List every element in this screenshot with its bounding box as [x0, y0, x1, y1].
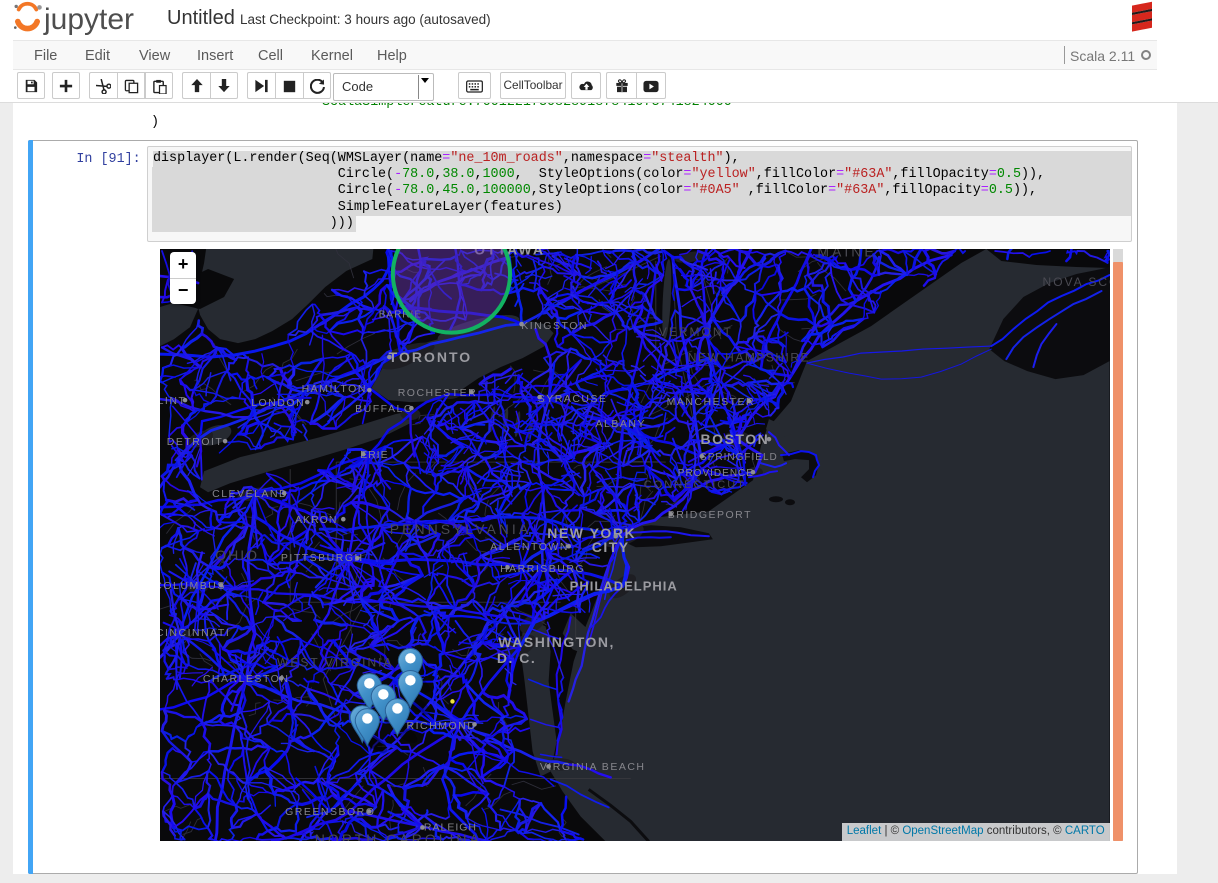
svg-text:OHIO: OHIO: [215, 546, 259, 562]
svg-text:FLINT: FLINT: [160, 394, 186, 406]
svg-text:AKRON: AKRON: [295, 514, 337, 526]
svg-text:HARRISBURG: HARRISBURG: [500, 563, 585, 575]
svg-text:ALLENTOWN: ALLENTOWN: [490, 541, 569, 553]
svg-text:CHARLESTON: CHARLESTON: [203, 673, 290, 685]
svg-text:VIRGINIA BEACH: VIRGINIA BEACH: [540, 761, 646, 773]
svg-text:MAINE: MAINE: [818, 249, 877, 260]
svg-text:NEW HAMPSHIRE: NEW HAMPSHIRE: [688, 350, 810, 364]
svg-text:MANCHESTER: MANCHESTER: [667, 395, 756, 407]
svg-text:DETROIT: DETROIT: [167, 435, 224, 447]
svg-text:COLUMBUS: COLUMBUS: [160, 580, 226, 592]
svg-text:HAMILTON: HAMILTON: [302, 382, 367, 394]
svg-text:CITY: CITY: [592, 538, 630, 554]
svg-text:NORTH CAROLINA: NORTH CAROLINA: [315, 831, 482, 841]
svg-text:BOSTON: BOSTON: [701, 430, 770, 446]
svg-text:PHILADELPHIA: PHILADELPHIA: [570, 578, 678, 593]
svg-text:ALBANY: ALBANY: [596, 417, 646, 429]
svg-text:SPRINGFIELD: SPRINGFIELD: [700, 451, 778, 462]
svg-text:NOVA SCO: NOVA SCO: [1043, 275, 1110, 289]
svg-text:TORONTO: TORONTO: [389, 348, 473, 364]
svg-text:BUFFALO: BUFFALO: [355, 402, 413, 414]
svg-text:CONNECTICUT: CONNECTICUT: [644, 479, 746, 491]
svg-text:RICHMOND: RICHMOND: [407, 720, 477, 732]
svg-text:SYRACUSE: SYRACUSE: [538, 392, 608, 404]
svg-text:WEST VIRGINIA: WEST VIRGINIA: [277, 655, 394, 669]
svg-text:BRIDGEPORT: BRIDGEPORT: [668, 509, 752, 521]
svg-text:PENNSYLVANIA: PENNSYLVANIA: [390, 520, 531, 536]
svg-text:CLEVELAND: CLEVELAND: [212, 487, 288, 499]
svg-text:GREENSBORO: GREENSBORO: [285, 806, 375, 818]
svg-text:LONDON: LONDON: [251, 396, 305, 408]
svg-text:WASHINGTON,: WASHINGTON,: [498, 634, 615, 650]
svg-text:CINCINNATI: CINCINNATI: [160, 627, 230, 639]
svg-text:VERMONT: VERMONT: [659, 325, 733, 339]
svg-text:KINGSTON: KINGSTON: [521, 319, 588, 331]
svg-text:jupyter: jupyter: [43, 3, 134, 36]
svg-text:D. C.: D. C.: [497, 650, 536, 666]
svg-text:PITTSBURGH: PITTSBURGH: [281, 552, 364, 564]
svg-text:ROCHESTER: ROCHESTER: [398, 386, 477, 398]
svg-text:PROVIDENCE: PROVIDENCE: [678, 467, 754, 478]
